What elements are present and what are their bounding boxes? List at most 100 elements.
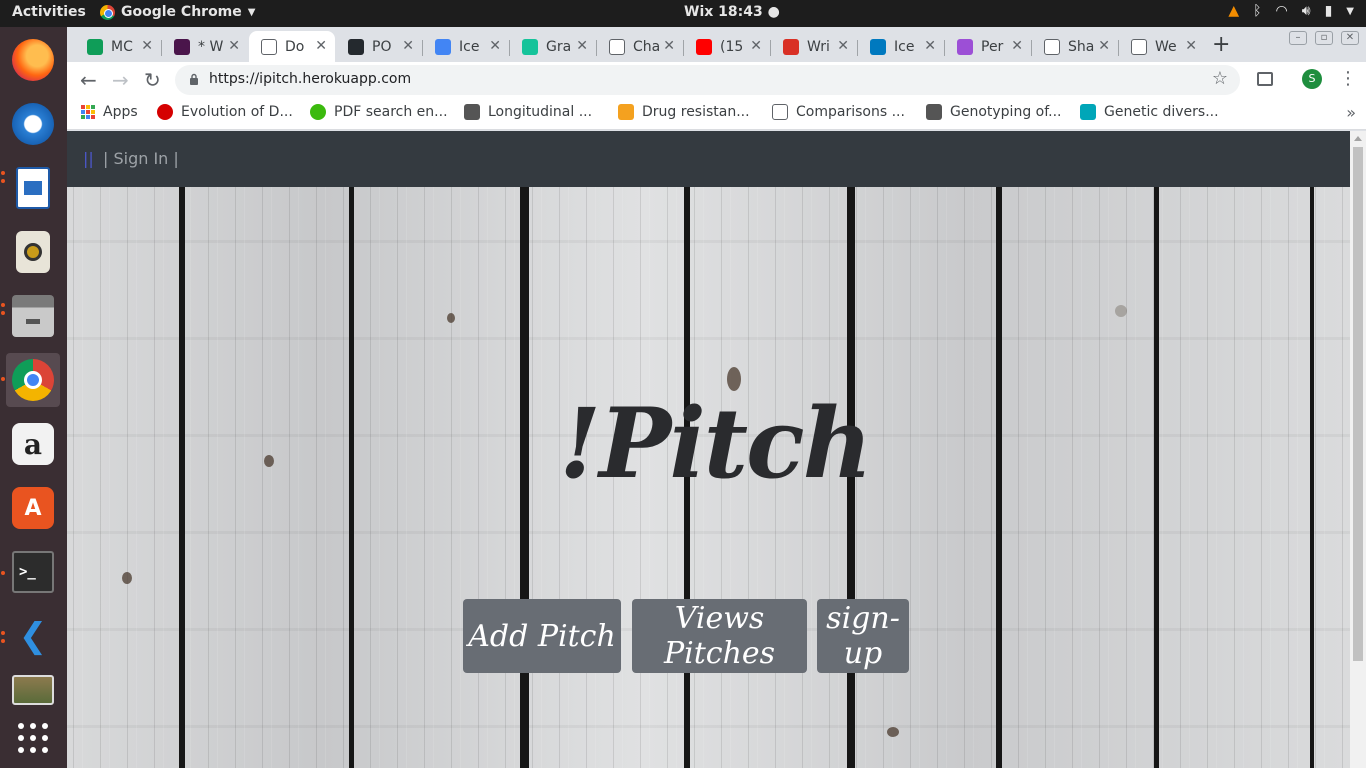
browser-tab[interactable]: Do ✕ [249, 31, 335, 62]
bluetooth-icon[interactable]: ᛒ [1253, 3, 1261, 19]
profile-avatar[interactable]: S [1302, 69, 1322, 89]
tab-close-icon[interactable]: ✕ [1098, 38, 1110, 54]
browser-tab[interactable]: Gra ✕ [510, 31, 596, 62]
close-window-button[interactable]: ✕ [1341, 31, 1359, 45]
battery-icon[interactable]: ▮ [1325, 3, 1333, 19]
browser-tab[interactable]: PO ✕ [336, 31, 422, 62]
bookmark-label: Evolution of D... [181, 104, 293, 120]
sign-in-link[interactable]: | Sign In | [103, 149, 179, 168]
tab-close-icon[interactable]: ✕ [402, 38, 414, 54]
browser-tab[interactable]: We ✕ [1119, 31, 1205, 62]
volume-icon[interactable]: 🔊︎ [1302, 3, 1311, 19]
bookmark-label: Genotyping of... [950, 104, 1062, 120]
bookmark-star-icon[interactable]: ☆ [1212, 68, 1228, 89]
plank-gap [349, 187, 354, 768]
document-icon [1131, 38, 1147, 55]
bookmarks-overflow-icon[interactable]: » [1346, 103, 1356, 122]
dock-vscode[interactable]: ❮ [6, 609, 60, 663]
vscode-icon: ❮ [18, 616, 48, 656]
grid-icon [18, 723, 48, 753]
scrollbar-thumb[interactable] [1353, 147, 1363, 661]
tab-separator [509, 40, 510, 56]
tab-separator [683, 40, 684, 56]
page-scrollbar[interactable] [1350, 131, 1366, 768]
reading-list-icon[interactable] [1257, 72, 1273, 86]
page-viewport: || | Sign In | !Pitch Add Pitch Views Pi… [67, 131, 1366, 768]
browser-tab[interactable]: Wri ✕ [771, 31, 857, 62]
running-indicator [1, 631, 5, 635]
browser-tab[interactable]: (15 ✕ [684, 31, 770, 62]
reload-button[interactable]: ↻ [144, 68, 161, 92]
tab-close-icon[interactable]: ✕ [576, 38, 588, 54]
new-tab-button[interactable]: + [1212, 32, 1230, 57]
add-pitch-button[interactable]: Add Pitch [463, 599, 621, 673]
dock: a A >_ ❮ [0, 27, 67, 768]
github-icon [348, 38, 364, 55]
dock-software[interactable]: A [6, 481, 60, 535]
tab-close-icon[interactable]: ✕ [924, 38, 936, 54]
speaker-icon [16, 231, 50, 273]
minimize-button[interactable]: – [1289, 31, 1307, 45]
bookmark-item[interactable]: Evolution of D... [157, 104, 293, 120]
tab-close-icon[interactable]: ✕ [315, 38, 327, 54]
address-bar[interactable]: https://ipitch.herokuapp.com ☆ [175, 65, 1240, 95]
slack-icon [174, 38, 190, 55]
dock-chrome[interactable] [6, 353, 60, 407]
bookmark-item[interactable]: Genotyping of... [926, 104, 1062, 120]
dock-files[interactable] [6, 289, 60, 343]
dock-firefox[interactable] [6, 33, 60, 87]
running-indicator [1, 639, 5, 643]
browser-tab[interactable]: * W ✕ [162, 31, 248, 62]
dock-rhythmbox[interactable] [6, 225, 60, 279]
show-applications-button[interactable] [6, 711, 60, 765]
tab-close-icon[interactable]: ✕ [1011, 38, 1023, 54]
clock[interactable]: Wix 18:43 ● [684, 4, 780, 20]
bookmark-item[interactable]: Comparisons ... [772, 104, 905, 120]
bookmark-item[interactable]: PDF search en... [310, 104, 448, 120]
tab-close-icon[interactable]: ✕ [750, 38, 762, 54]
dock-writer[interactable] [6, 161, 60, 215]
browser-tab[interactable]: MC ✕ [75, 31, 161, 62]
bookmark-item[interactable]: Longitudinal ... [464, 104, 592, 120]
tab-close-icon[interactable]: ✕ [489, 38, 501, 54]
tab-title: (15 [720, 38, 744, 55]
activities-button[interactable]: Activities [12, 4, 86, 20]
bookmark-item[interactable]: Drug resistan... [618, 104, 750, 120]
chrome-menu-icon[interactable]: ⋮ [1339, 68, 1357, 89]
sign-up-button[interactable]: sign-up [817, 599, 909, 673]
plank-gap [179, 187, 185, 768]
tab-close-icon[interactable]: ✕ [663, 38, 675, 54]
back-button[interactable]: ← [80, 68, 97, 92]
wifi-icon[interactable]: ◠ [1276, 3, 1288, 19]
site-navbar: || | Sign In | [67, 131, 1350, 187]
bookmark-item[interactable]: Apps [81, 104, 138, 120]
dock-shotwell[interactable] [6, 663, 60, 717]
dock-amazon[interactable]: a [6, 417, 60, 471]
browser-tab[interactable]: Per ✕ [945, 31, 1031, 62]
tab-close-icon[interactable]: ✕ [837, 38, 849, 54]
plank-gap [520, 187, 529, 768]
system-tray[interactable]: ▲ ᛒ ◠ 🔊︎ ▮ ▼ [1228, 3, 1354, 19]
lock-icon [190, 73, 198, 85]
dock-thunderbird[interactable] [6, 97, 60, 151]
browser-tab[interactable]: Ice ✕ [858, 31, 944, 62]
scroll-up-arrow-icon[interactable] [1354, 136, 1362, 141]
tab-strip: MC ✕ * W ✕ Do ✕ PO ✕ Ice ✕ Gra ✕ Cha ✕ (15 ✕ Wri ✕ Ice ✕ Per… [67, 27, 1366, 62]
navbar-brand[interactable]: || [83, 149, 94, 168]
tab-close-icon[interactable]: ✕ [141, 38, 153, 54]
app-menu[interactable]: Google Chrome ▼ [100, 4, 255, 20]
tab-close-icon[interactable]: ✕ [228, 38, 240, 54]
forward-button[interactable]: → [112, 68, 129, 92]
tab-close-icon[interactable]: ✕ [1185, 38, 1197, 54]
view-pitches-button[interactable]: Views Pitches [632, 599, 807, 673]
bookmark-item[interactable]: Genetic divers... [1080, 104, 1219, 120]
vlc-icon[interactable]: ▲ [1228, 3, 1239, 19]
browser-tab[interactable]: Cha ✕ [597, 31, 683, 62]
dock-terminal[interactable]: >_ [6, 545, 60, 599]
browser-tab[interactable]: Sha ✕ [1032, 31, 1118, 62]
chevron-down-icon[interactable]: ▼ [1346, 6, 1354, 17]
tab-title: Cha [633, 38, 659, 55]
browser-tab[interactable]: Ice ✕ [423, 31, 509, 62]
firefox-icon [12, 39, 54, 81]
maximize-button[interactable]: ▫ [1315, 31, 1333, 45]
